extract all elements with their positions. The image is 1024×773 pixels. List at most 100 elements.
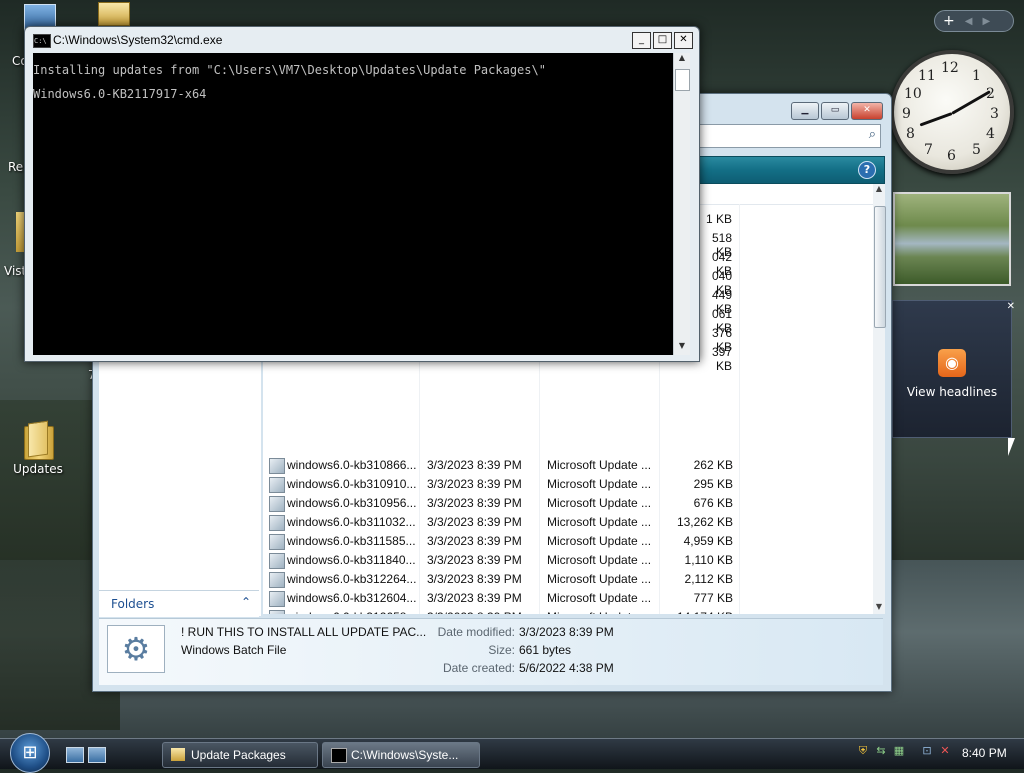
file-name: windows6.0-kb311840... (287, 553, 416, 567)
file-name: windows6.0-kb312264... (287, 572, 417, 586)
file-name: windows6.0-kb310866... (287, 458, 417, 472)
folders-toggle[interactable]: Folders ⌃ (99, 590, 259, 617)
file-name: windows6.0-kb310956... (287, 496, 417, 510)
cmd-window[interactable]: C:\ C:\Windows\System32\cmd.exe _ □ ✕ In… (24, 26, 700, 362)
close-button[interactable]: ✕ (851, 102, 883, 120)
table-row[interactable]: windows6.0-kb312604... 3/3/2023 8:39 PM Mi… (263, 589, 873, 608)
update-package-icon (269, 496, 285, 512)
windows-update-icon[interactable]: ▦ (892, 744, 906, 760)
folder-icon (22, 420, 54, 460)
rss-icon: ◉ (938, 349, 966, 377)
taskbar-item-label: Update Packages (191, 748, 286, 762)
window-controls: ▁ ▭ ✕ (791, 102, 883, 120)
volume-muted-icon[interactable]: ✕ (938, 744, 952, 760)
file-type: Microsoft Update ... (547, 591, 652, 605)
clock-number: 6 (947, 148, 956, 164)
table-row[interactable]: windows6.0-kb311032... 3/3/2023 8:39 PM Mi… (263, 513, 873, 532)
switch-windows-icon[interactable] (88, 747, 106, 763)
scroll-thumb[interactable] (675, 69, 690, 91)
update-package-icon (269, 553, 285, 569)
file-size: 4,959 KB (683, 534, 733, 548)
file-size: 2,112 KB (684, 572, 733, 586)
file-date: 3/3/2023 8:39 PM (427, 553, 522, 567)
feed-headlines-gadget[interactable]: ✕ ◉ View headlines (892, 300, 1015, 438)
size-value: 661 bytes (519, 643, 572, 657)
file-type: Microsoft Update ... (547, 477, 652, 491)
clock-number: 1 (972, 68, 981, 84)
previous-gadget-icon[interactable]: ◀ (965, 16, 973, 27)
scroll-thumb[interactable] (874, 206, 886, 328)
table-row[interactable]: windows6.0-kb312264... 3/3/2023 8:39 PM Mi… (263, 570, 873, 589)
show-desktop-icon[interactable] (66, 747, 84, 763)
table-row[interactable]: windows6.0-kb310956... 3/3/2023 8:39 PM Mi… (263, 494, 873, 513)
start-button[interactable]: ⊞ (10, 733, 50, 773)
minimize-button[interactable]: _ (632, 32, 651, 49)
maximize-button[interactable]: □ (653, 32, 672, 49)
cmd-icon: C:\ (33, 34, 51, 48)
clock-minute-hand (951, 90, 991, 115)
date-created-value: 5/6/2022 4:38 PM (519, 661, 614, 675)
table-row[interactable]: windows6.0-kb310866... 3/3/2023 8:39 PM Mi… (263, 456, 873, 475)
taskbar-clock[interactable]: 8:40 PM (962, 746, 1007, 760)
table-row[interactable]: windows6.0-kb312658... 3/3/2023 8:39 PM Mi… (263, 608, 873, 614)
console-scrollbar[interactable]: ▲ ▼ (673, 53, 690, 355)
taskbar-item-update-packages[interactable]: Update Packages (162, 742, 318, 768)
selected-file-type: Windows Batch File (181, 643, 287, 657)
security-shield-icon[interactable]: ⛨ (856, 744, 870, 760)
view-headlines-label[interactable]: View headlines (893, 385, 1011, 399)
scroll-down-icon[interactable]: ▼ (873, 602, 885, 614)
scroll-up-icon[interactable]: ▲ (873, 184, 885, 196)
clock-number: 9 (902, 106, 911, 122)
clock-gadget[interactable]: 12 1 2 3 4 5 6 7 8 9 10 11 (890, 50, 1014, 174)
file-size: 777 KB (693, 591, 733, 605)
slideshow-gadget[interactable] (893, 192, 1011, 286)
file-name: windows6.0-kb312604... (287, 591, 417, 605)
maximize-button[interactable]: ▭ (821, 102, 849, 120)
next-gadget-icon[interactable]: ▶ (982, 16, 990, 27)
file-name: windows6.0-kb310910... (287, 477, 417, 491)
console-output[interactable]: Installing updates from "C:\Users\VM7\De… (33, 53, 673, 355)
console-line: Installing updates from "C:\Users\VM7\De… (33, 63, 546, 77)
clock-number: 3 (990, 106, 999, 122)
sync-icon[interactable]: ⇆ (874, 744, 888, 760)
file-size: 13,262 KB (676, 515, 733, 529)
desktop-icon-updates[interactable]: Updates (6, 420, 70, 476)
selected-file-name: ! RUN THIS TO INSTALL ALL UPDATE PAC... (181, 625, 427, 639)
table-row[interactable]: windows6.0-kb311840... 3/3/2023 8:39 PM Mi… (263, 551, 873, 570)
taskbar: ⊞ Update Packages C:\Windows\Syste... ⛨ … (0, 733, 1024, 773)
taskbar-item-label: C:\Windows\Syste... (351, 748, 459, 762)
mouse-cursor (1008, 438, 1015, 456)
update-package-icon (269, 477, 285, 493)
desktop-icon-label: Updates (13, 462, 63, 476)
cmd-title: C:\Windows\System32\cmd.exe (53, 33, 223, 47)
file-date: 3/3/2023 8:39 PM (427, 610, 522, 614)
file-list-scrollbar[interactable]: ▲ ▼ (873, 184, 886, 614)
date-modified-value: 3/3/2023 8:39 PM (519, 625, 614, 639)
minimize-button[interactable]: ▁ (791, 102, 819, 120)
file-type: Microsoft Update ... (547, 496, 652, 510)
folders-label: Folders (111, 597, 155, 611)
file-type: Microsoft Update ... (547, 534, 652, 548)
search-icon[interactable]: ⌕ (869, 127, 876, 142)
taskbar-item-cmd[interactable]: C:\Windows\Syste... (322, 742, 480, 768)
file-date: 3/3/2023 8:39 PM (427, 572, 522, 586)
cmd-icon (331, 748, 347, 763)
add-gadget-button[interactable]: + (943, 13, 955, 29)
desktop-folder-icon[interactable] (98, 2, 130, 26)
close-button[interactable]: ✕ (674, 32, 693, 49)
chevron-up-icon[interactable]: ⌃ (241, 595, 251, 609)
network-icon[interactable]: ⊡ (920, 744, 934, 760)
cmd-titlebar[interactable]: C:\ C:\Windows\System32\cmd.exe _ □ ✕ (25, 27, 699, 53)
file-date: 3/3/2023 8:39 PM (427, 515, 522, 529)
file-type: Microsoft Update ... (547, 515, 652, 529)
desktop-edge-label: Vist (4, 264, 27, 278)
help-icon[interactable]: ? (858, 161, 876, 179)
gadget-close-icon[interactable]: ✕ (1007, 301, 1015, 312)
file-size: 676 KB (693, 496, 733, 510)
scroll-up-icon[interactable]: ▲ (674, 53, 690, 67)
table-row[interactable]: windows6.0-kb310910... 3/3/2023 8:39 PM Mi… (263, 475, 873, 494)
scroll-down-icon[interactable]: ▼ (674, 341, 690, 355)
cmd-window-controls: _ □ ✕ (632, 32, 693, 49)
table-row[interactable]: windows6.0-kb311585... 3/3/2023 8:39 PM Mi… (263, 532, 873, 551)
file-type: Microsoft Update ... (547, 572, 652, 586)
